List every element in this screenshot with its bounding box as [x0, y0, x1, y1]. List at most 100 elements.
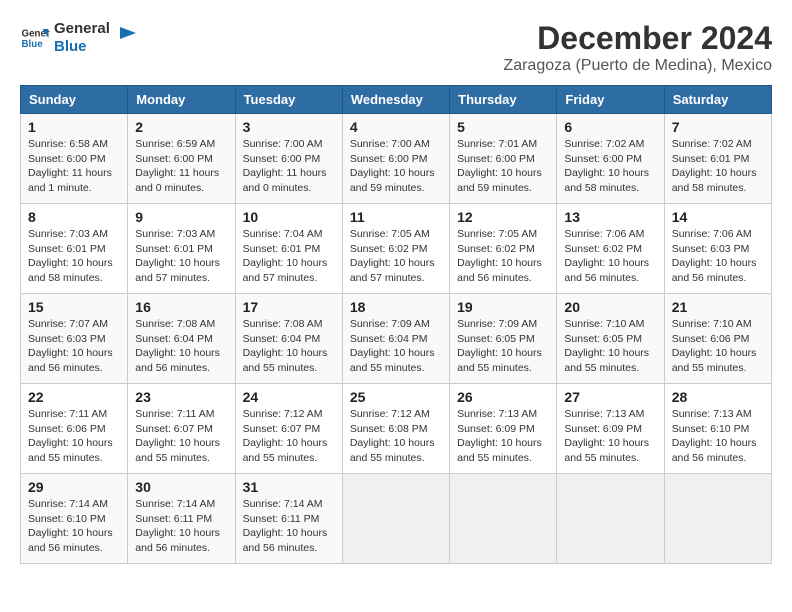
day-number: 27: [564, 389, 656, 405]
day-info: Sunrise: 7:00 AM Sunset: 6:00 PM Dayligh…: [350, 137, 442, 196]
day-number: 25: [350, 389, 442, 405]
calendar-subtitle: Zaragoza (Puerto de Medina), Mexico: [503, 57, 772, 75]
header-row: SundayMondayTuesdayWednesdayThursdayFrid…: [21, 86, 772, 114]
calendar-cell: 30 Sunrise: 7:14 AM Sunset: 6:11 PM Dayli…: [128, 474, 235, 564]
day-info: Sunrise: 7:10 AM Sunset: 6:06 PM Dayligh…: [672, 317, 764, 376]
calendar-cell: 10 Sunrise: 7:04 AM Sunset: 6:01 PM Dayli…: [235, 204, 342, 294]
day-info: Sunrise: 7:00 AM Sunset: 6:00 PM Dayligh…: [243, 137, 335, 196]
day-number: 18: [350, 299, 442, 315]
col-header-monday: Monday: [128, 86, 235, 114]
calendar-cell: 16 Sunrise: 7:08 AM Sunset: 6:04 PM Dayli…: [128, 294, 235, 384]
calendar-cell: 17Sunrise: 7:08 AM Sunset: 6:04 PM Dayli…: [235, 294, 342, 384]
week-row-2: 15 Sunrise: 7:07 AM Sunset: 6:03 PM Dayli…: [21, 294, 772, 384]
calendar-cell: 11Sunrise: 7:05 AM Sunset: 6:02 PM Dayli…: [342, 204, 449, 294]
logo-icon: General Blue: [20, 23, 50, 53]
calendar-cell: 14 Sunrise: 7:06 AM Sunset: 6:03 PM Dayli…: [664, 204, 771, 294]
day-info: Sunrise: 7:12 AM Sunset: 6:07 PM Dayligh…: [243, 407, 335, 466]
calendar-cell: [342, 474, 449, 564]
day-info: Sunrise: 7:07 AM Sunset: 6:03 PM Dayligh…: [28, 317, 120, 376]
day-number: 22: [28, 389, 120, 405]
day-number: 11: [350, 209, 442, 225]
calendar-table: SundayMondayTuesdayWednesdayThursdayFrid…: [20, 85, 772, 564]
day-info: Sunrise: 7:05 AM Sunset: 6:02 PM Dayligh…: [457, 227, 549, 286]
day-info: Sunrise: 7:14 AM Sunset: 6:11 PM Dayligh…: [135, 497, 227, 556]
day-info: Sunrise: 7:09 AM Sunset: 6:04 PM Dayligh…: [350, 317, 442, 376]
col-header-tuesday: Tuesday: [235, 86, 342, 114]
calendar-title: December 2024: [503, 20, 772, 57]
day-info: Sunrise: 7:06 AM Sunset: 6:03 PM Dayligh…: [672, 227, 764, 286]
logo: General Blue General Blue: [20, 20, 138, 56]
day-info: Sunrise: 7:09 AM Sunset: 6:05 PM Dayligh…: [457, 317, 549, 376]
day-number: 13: [564, 209, 656, 225]
day-number: 7: [672, 119, 764, 135]
col-header-sunday: Sunday: [21, 86, 128, 114]
calendar-cell: 4 Sunrise: 7:00 AM Sunset: 6:00 PM Daylig…: [342, 114, 449, 204]
calendar-cell: 23Sunrise: 7:11 AM Sunset: 6:07 PM Dayli…: [128, 384, 235, 474]
svg-text:Blue: Blue: [22, 39, 44, 50]
day-number: 28: [672, 389, 764, 405]
day-number: 2: [135, 119, 227, 135]
day-number: 5: [457, 119, 549, 135]
calendar-cell: 2 Sunrise: 6:59 AM Sunset: 6:00 PM Daylig…: [128, 114, 235, 204]
day-number: 4: [350, 119, 442, 135]
calendar-cell: 28 Sunrise: 7:13 AM Sunset: 6:10 PM Dayli…: [664, 384, 771, 474]
day-info: Sunrise: 7:03 AM Sunset: 6:01 PM Dayligh…: [135, 227, 227, 286]
day-info: Sunrise: 7:14 AM Sunset: 6:11 PM Dayligh…: [243, 497, 335, 556]
day-number: 30: [135, 479, 227, 495]
day-info: Sunrise: 7:08 AM Sunset: 6:04 PM Dayligh…: [135, 317, 227, 376]
calendar-cell: 12 Sunrise: 7:05 AM Sunset: 6:02 PM Dayli…: [450, 204, 557, 294]
logo-flag-icon: [116, 25, 138, 47]
calendar-cell: 6Sunrise: 7:02 AM Sunset: 6:00 PM Daylig…: [557, 114, 664, 204]
week-row-0: 1 Sunrise: 6:58 AM Sunset: 6:00 PM Daylig…: [21, 114, 772, 204]
day-info: Sunrise: 7:04 AM Sunset: 6:01 PM Dayligh…: [243, 227, 335, 286]
day-number: 12: [457, 209, 549, 225]
day-number: 8: [28, 209, 120, 225]
day-number: 29: [28, 479, 120, 495]
day-info: Sunrise: 6:58 AM Sunset: 6:00 PM Dayligh…: [28, 137, 120, 196]
day-info: Sunrise: 7:11 AM Sunset: 6:06 PM Dayligh…: [28, 407, 120, 466]
calendar-cell: 13 Sunrise: 7:06 AM Sunset: 6:02 PM Dayli…: [557, 204, 664, 294]
day-number: 15: [28, 299, 120, 315]
day-info: Sunrise: 6:59 AM Sunset: 6:00 PM Dayligh…: [135, 137, 227, 196]
day-number: 10: [243, 209, 335, 225]
calendar-cell: 7Sunrise: 7:02 AM Sunset: 6:01 PM Daylig…: [664, 114, 771, 204]
day-number: 19: [457, 299, 549, 315]
day-number: 23: [135, 389, 227, 405]
calendar-cell: 31 Sunrise: 7:14 AM Sunset: 6:11 PM Dayli…: [235, 474, 342, 564]
day-number: 1: [28, 119, 120, 135]
calendar-cell: 20 Sunrise: 7:10 AM Sunset: 6:05 PM Dayli…: [557, 294, 664, 384]
calendar-cell: 9 Sunrise: 7:03 AM Sunset: 6:01 PM Daylig…: [128, 204, 235, 294]
calendar-cell: 3 Sunrise: 7:00 AM Sunset: 6:00 PM Daylig…: [235, 114, 342, 204]
day-info: Sunrise: 7:14 AM Sunset: 6:10 PM Dayligh…: [28, 497, 120, 556]
day-info: Sunrise: 7:13 AM Sunset: 6:09 PM Dayligh…: [564, 407, 656, 466]
calendar-cell: 24 Sunrise: 7:12 AM Sunset: 6:07 PM Dayli…: [235, 384, 342, 474]
day-info: Sunrise: 7:13 AM Sunset: 6:10 PM Dayligh…: [672, 407, 764, 466]
calendar-cell: 29 Sunrise: 7:14 AM Sunset: 6:10 PM Dayli…: [21, 474, 128, 564]
day-info: Sunrise: 7:12 AM Sunset: 6:08 PM Dayligh…: [350, 407, 442, 466]
col-header-wednesday: Wednesday: [342, 86, 449, 114]
calendar-cell: 27 Sunrise: 7:13 AM Sunset: 6:09 PM Dayli…: [557, 384, 664, 474]
calendar-cell: 25 Sunrise: 7:12 AM Sunset: 6:08 PM Dayli…: [342, 384, 449, 474]
day-info: Sunrise: 7:06 AM Sunset: 6:02 PM Dayligh…: [564, 227, 656, 286]
title-section: December 2024 Zaragoza (Puerto de Medina…: [503, 20, 772, 75]
calendar-cell: 19 Sunrise: 7:09 AM Sunset: 6:05 PM Dayli…: [450, 294, 557, 384]
day-number: 9: [135, 209, 227, 225]
day-number: 24: [243, 389, 335, 405]
day-number: 16: [135, 299, 227, 315]
day-number: 21: [672, 299, 764, 315]
day-number: 20: [564, 299, 656, 315]
day-number: 3: [243, 119, 335, 135]
calendar-cell: [557, 474, 664, 564]
day-info: Sunrise: 7:01 AM Sunset: 6:00 PM Dayligh…: [457, 137, 549, 196]
day-info: Sunrise: 7:10 AM Sunset: 6:05 PM Dayligh…: [564, 317, 656, 376]
calendar-cell: [450, 474, 557, 564]
day-number: 17: [243, 299, 335, 315]
col-header-friday: Friday: [557, 86, 664, 114]
calendar-cell: 18 Sunrise: 7:09 AM Sunset: 6:04 PM Dayli…: [342, 294, 449, 384]
calendar-cell: 1 Sunrise: 6:58 AM Sunset: 6:00 PM Daylig…: [21, 114, 128, 204]
logo-blue: Blue: [54, 38, 110, 56]
calendar-cell: 15 Sunrise: 7:07 AM Sunset: 6:03 PM Dayli…: [21, 294, 128, 384]
day-number: 14: [672, 209, 764, 225]
logo-general: General: [54, 20, 110, 38]
day-number: 31: [243, 479, 335, 495]
